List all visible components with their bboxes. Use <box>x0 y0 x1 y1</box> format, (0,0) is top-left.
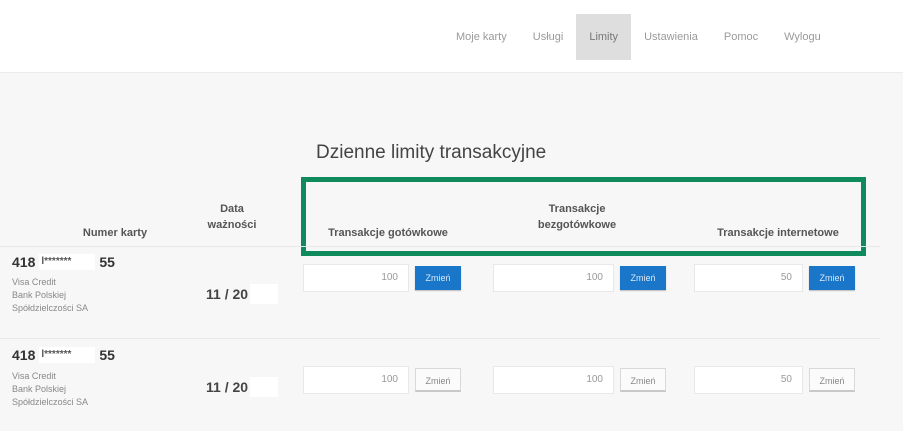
internet-limit-field[interactable]: 50 <box>694 264 803 292</box>
bank-name-line2: Spółdzielczości SA <box>12 397 89 407</box>
nav-item-wyloguj[interactable]: Wylogu <box>771 14 834 60</box>
cashless-limit-field[interactable]: 100 <box>493 264 614 292</box>
internet-limit-field[interactable]: 50 <box>694 366 803 394</box>
cashless-limit-group: 100 Zmień <box>493 366 666 394</box>
internet-limit-group: 50 Zmień <box>694 366 855 394</box>
card-expiry-mask <box>250 284 279 304</box>
change-cashless-limit-button[interactable]: Zmień <box>620 266 666 290</box>
cashless-limit-group: 100 Zmień <box>493 264 666 292</box>
column-header-internet-label: Transakcje internetowe <box>717 227 839 239</box>
column-header-cashless-line2: bezgotówkowe <box>537 219 617 231</box>
nav-item-uslugi[interactable]: Usługi <box>520 14 577 60</box>
internet-limit-group: 50 Zmień <box>694 264 855 292</box>
cashless-limit-field[interactable]: 100 <box>493 366 614 394</box>
nav-item-ustawienia[interactable]: Ustawienia <box>631 14 711 60</box>
top-navigation-bar: Moje karty Usługi Limity Ustawienia Pomo… <box>0 0 903 73</box>
row-divider <box>0 246 880 247</box>
card-number-masked: l******* <box>39 254 96 270</box>
card-expiry: 11 / 20 <box>206 377 279 397</box>
section-title: Dzienne limity transakcyjne <box>316 142 547 163</box>
nav-item-moje-karty[interactable]: Moje karty <box>443 14 520 60</box>
card-number-suffix: 55 <box>99 347 115 363</box>
row-divider <box>0 338 880 339</box>
bank-name-line2: Spółdzielczości SA <box>12 303 89 313</box>
cash-limit-group: 100 Zmień <box>303 366 461 394</box>
cash-limit-group: 100 Zmień <box>303 264 461 292</box>
card-number: 418 l******* 55 <box>12 254 115 270</box>
column-header-card-number-label: Numer karty <box>82 227 148 239</box>
card-number-masked: l******* <box>39 347 96 363</box>
cash-limit-field[interactable]: 100 <box>303 366 409 394</box>
bank-name-line1: Bank Polskiej <box>12 290 67 300</box>
card-number: 418 l******* 55 <box>12 347 115 363</box>
card-description: Visa Credit Bank Polskiej Spółdzielczośc… <box>12 276 88 315</box>
column-header-cashless-line1: Transakcje <box>548 203 606 215</box>
column-header-card-number: Numer karty <box>60 225 170 241</box>
change-cash-limit-button[interactable]: Zmień <box>415 266 461 290</box>
column-header-expiry: Data ważności <box>190 201 274 233</box>
cash-limit-field[interactable]: 100 <box>303 264 409 292</box>
nav-item-pomoc[interactable]: Pomoc <box>711 14 771 60</box>
main-nav: Moje karty Usługi Limity Ustawienia Pomo… <box>443 14 834 60</box>
change-internet-limit-button[interactable]: Zmień <box>809 368 855 392</box>
change-internet-limit-button[interactable]: Zmień <box>809 266 855 290</box>
card-description: Visa Credit Bank Polskiej Spółdzielczośc… <box>12 370 88 409</box>
column-header-internet: Transakcje internetowe <box>698 225 858 241</box>
column-header-cashless: Transakcje bezgotówkowe <box>495 201 659 233</box>
nav-item-limity[interactable]: Limity <box>576 14 632 60</box>
column-header-cash: Transakcje gotówkowe <box>306 225 470 241</box>
column-header-expiry-line2: ważności <box>207 219 257 231</box>
card-number-suffix: 55 <box>99 254 115 270</box>
change-cash-limit-button[interactable]: Zmień <box>415 368 461 392</box>
card-number-prefix: 418 <box>12 347 36 363</box>
card-expiry-value: 11 / 20 <box>206 286 249 302</box>
card-type: Visa Credit <box>12 277 56 287</box>
change-cashless-limit-button[interactable]: Zmień <box>620 368 666 392</box>
card-type: Visa Credit <box>12 371 56 381</box>
card-expiry-value: 11 / 20 <box>206 379 249 395</box>
card-expiry: 11 / 20 <box>206 284 279 304</box>
bank-name-line1: Bank Polskiej <box>12 384 67 394</box>
column-header-expiry-line1: Data <box>220 203 244 215</box>
card-expiry-mask <box>250 377 279 397</box>
column-header-cash-label: Transakcje gotówkowe <box>328 227 448 239</box>
card-number-prefix: 418 <box>12 254 36 270</box>
